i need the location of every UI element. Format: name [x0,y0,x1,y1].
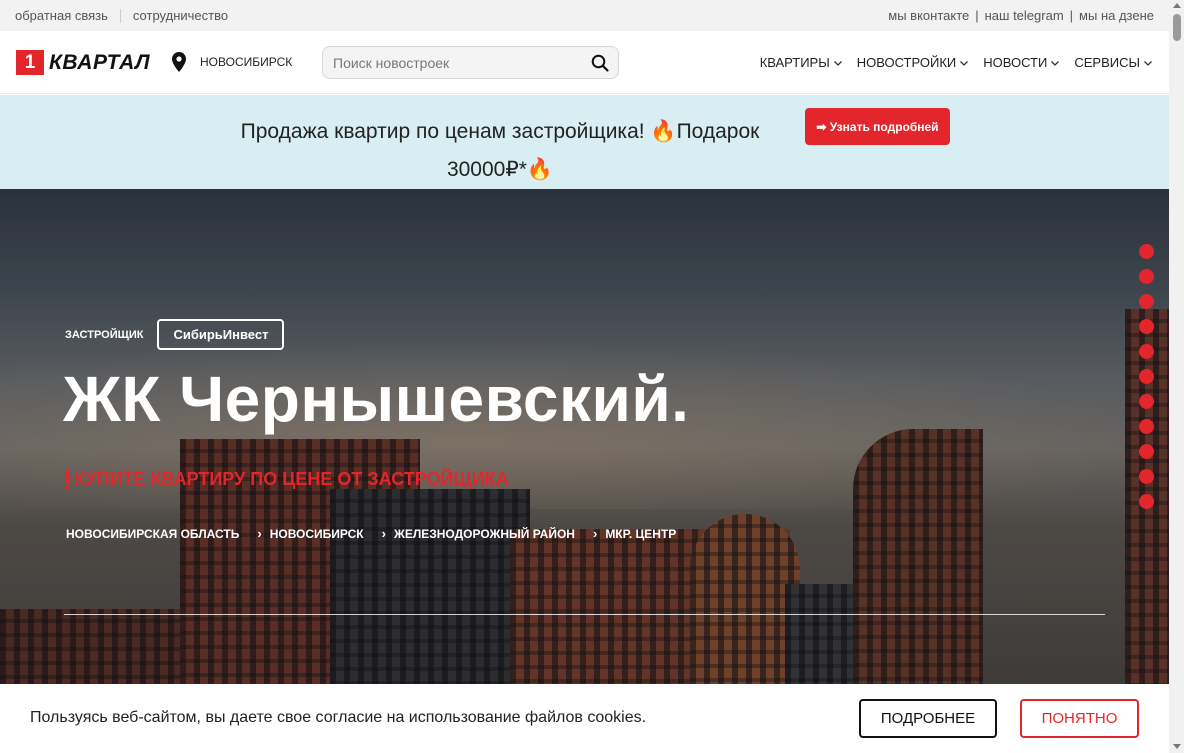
search-icon[interactable] [591,54,609,72]
slider-dot[interactable] [1139,494,1154,509]
promo-text-line2: 30000₽*🔥 [446,158,554,181]
feedback-link[interactable]: обратная связь [15,8,108,23]
topbar-pipe: | [1069,8,1074,23]
main-nav: КВАРТИРЫ НОВОСТРОЙКИ НОВОСТИ СЕРВИСЫ [746,55,1153,70]
nav-label: НОВОСТРОЙКИ [856,55,957,70]
site-logo[interactable]: 1 КВАРТАЛ [16,50,150,75]
nav-label: КВАРТИРЫ [759,55,830,70]
promo-text: Продажа квартир по ценам застройщика! 🔥П… [200,113,800,189]
nav-label: СЕРВИСЫ [1074,55,1140,70]
nav-new-buildings[interactable]: НОВОСТРОЙКИ [857,55,970,70]
breadcrumb-label: МКР. ЦЕНТР [605,526,677,541]
breadcrumb-label: НОВОСИБИРСК [269,526,364,541]
city-name: НОВОСИБИРСК [200,55,293,69]
top-utility-bar: обратная связь сотрудничество мы вконтак… [0,0,1169,31]
logo-number: 1 [16,50,44,75]
scroll-down-arrow-icon[interactable] [1173,744,1181,749]
cookie-banner: Пользуясь веб-сайтом, вы даете свое согл… [0,684,1169,753]
developer-chip[interactable]: СибирьИнвест [157,319,285,350]
dzen-link[interactable]: мы на дзене [1079,8,1154,23]
search-box [322,46,619,79]
topbar-pipe: | [975,8,979,23]
chevron-down-icon [1144,60,1152,66]
hero-divider [64,614,1105,615]
chevron-right-icon: › [592,526,598,541]
nav-services[interactable]: СЕРВИСЫ [1074,55,1153,70]
slider-dot[interactable] [1139,294,1154,309]
page-scrollbar[interactable] [1169,0,1184,753]
site-header: 1 КВАРТАЛ НОВОСИБИРСК КВАРТИРЫ НОВОСТРОЙ… [0,31,1169,94]
search-input[interactable] [333,53,583,73]
topbar-left-links: обратная связь сотрудничество [15,8,228,23]
slider-dot[interactable] [1139,394,1154,409]
vk-link[interactable]: мы вконтакте [888,8,969,23]
nav-apartments[interactable]: КВАРТИРЫ [760,55,843,70]
chevron-down-icon [1051,60,1060,66]
hero-section: ЗАСТРОЙЩИК СибирьИнвест ЖК Чернышевский.… [0,189,1169,753]
promo-details-button[interactable]: ➡ Узнать подробней [805,108,950,145]
cookie-more-button[interactable]: ПОДРОБНЕЕ [859,699,997,738]
scroll-up-arrow-icon[interactable] [1173,3,1181,8]
cookie-message: Пользуясь веб-сайтом, вы даете свое согл… [30,709,647,726]
cooperation-link[interactable]: сотрудничество [133,8,228,23]
exclamation-icon [64,469,70,490]
slider-dot[interactable] [1139,319,1154,334]
developer-label: ЗАСТРОЙЩИК [65,328,144,341]
promo-text-line1: Продажа квартир по ценам застройщика! 🔥П… [240,120,760,143]
slider-dot[interactable] [1139,469,1154,484]
telegram-link[interactable]: наш telegram [985,8,1064,23]
location-pin-icon [172,52,186,72]
developer-row: ЗАСТРОЙЩИК СибирьИнвест [65,319,285,350]
breadcrumb-item-city[interactable]: › НОВОСИБИРСК [239,526,363,541]
slider-dots [1139,244,1154,519]
hero-subtitle-text: КУПИТЕ КВАРТИРУ ПО ЦЕНЕ ОТ ЗАСТРОЙЩИКА [74,469,509,489]
logo-word: КВАРТАЛ [49,50,151,74]
slider-dot[interactable] [1139,444,1154,459]
breadcrumb-item-microdistrict[interactable]: › МКР. ЦЕНТР [575,526,676,541]
promo-banner: Продажа квартир по ценам застройщика! 🔥П… [0,95,1169,189]
breadcrumb-label: ЖЕЛЕЗНОДОРОЖНЫЙ РАЙОН [393,526,575,541]
topbar-social-links: мы вконтакте | наш telegram | мы на дзен… [888,8,1154,23]
breadcrumb: НОВОСИБИРСКАЯ ОБЛАСТЬ › НОВОСИБИРСК › ЖЕ… [66,526,676,541]
chevron-right-icon: › [381,526,386,541]
nav-label: НОВОСТИ [983,55,1048,70]
breadcrumb-label: НОВОСИБИРСКАЯ ОБЛАСТЬ [66,526,240,541]
slider-dot[interactable] [1139,369,1154,384]
hero-subtitle: КУПИТЕ КВАРТИРУ ПО ЦЕНЕ ОТ ЗАСТРОЙЩИКА [64,469,509,490]
chevron-down-icon [833,60,842,66]
slider-dot[interactable] [1139,344,1154,359]
chevron-right-icon: › [257,526,262,541]
city-selector[interactable]: НОВОСИБИРСК [172,52,292,72]
slider-dot[interactable] [1139,244,1154,259]
chevron-down-icon [960,60,969,66]
breadcrumb-item-district[interactable]: › ЖЕЛЕЗНОДОРОЖНЫЙ РАЙОН [364,526,575,541]
complex-title: ЖК Чернышевский. [63,363,690,435]
cookie-accept-button[interactable]: ПОНЯТНО [1020,699,1139,738]
topbar-divider [119,8,121,23]
scrollbar-thumb[interactable] [1173,14,1181,41]
slider-dot[interactable] [1139,419,1154,434]
nav-news[interactable]: НОВОСТИ [983,55,1060,70]
breadcrumb-item-region[interactable]: НОВОСИБИРСКАЯ ОБЛАСТЬ [66,526,239,541]
slider-dot[interactable] [1139,269,1154,284]
